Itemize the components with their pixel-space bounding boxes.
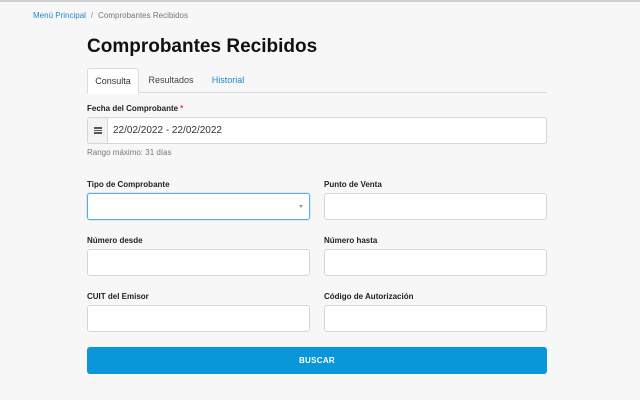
chevron-down-icon — [299, 205, 303, 208]
tab-historial[interactable]: Historial — [205, 68, 251, 93]
punto-venta-label: Punto de Venta — [324, 180, 382, 189]
tipo-label: Tipo de Comprobante — [87, 180, 170, 189]
numero-hasta-input[interactable] — [324, 249, 547, 276]
fecha-label: Fecha del Comprobante * — [87, 104, 183, 113]
buscar-button[interactable]: BUSCAR — [87, 347, 547, 374]
breadcrumb-current: Comprobantes Recibidos — [98, 11, 188, 20]
cuit-label: CUIT del Emisor — [87, 292, 149, 301]
required-mark: * — [180, 104, 184, 113]
breadcrumb: Menú Principal / Comprobantes Recibidos — [33, 11, 188, 20]
fecha-hint: Rango máximo: 31 días — [87, 148, 172, 157]
tab-consulta[interactable]: Consulta — [87, 68, 139, 94]
calendar-icon — [94, 127, 102, 134]
codigo-label: Código de Autorización — [324, 292, 414, 301]
fecha-value: 22/02/2022 - 22/02/2022 — [113, 125, 222, 136]
breadcrumb-home-link[interactable]: Menú Principal — [33, 11, 86, 20]
numero-desde-label: Número desde — [87, 236, 143, 245]
top-divider — [0, 0, 640, 2]
numero-desde-input[interactable] — [87, 249, 310, 276]
fecha-label-text: Fecha del Comprobante — [87, 104, 179, 113]
breadcrumb-separator: / — [90, 11, 94, 20]
tab-bar: Consulta Resultados Historial — [87, 68, 547, 94]
tab-resultados[interactable]: Resultados — [141, 68, 201, 93]
punto-venta-input[interactable] — [324, 193, 547, 220]
codigo-autorizacion-input[interactable] — [324, 305, 547, 332]
page-title: Comprobantes Recibidos — [87, 36, 318, 57]
numero-hasta-label: Número hasta — [324, 236, 378, 245]
cuit-emisor-input[interactable] — [87, 305, 310, 332]
tipo-comprobante-select[interactable] — [87, 193, 310, 220]
fecha-date-range-input[interactable]: 22/02/2022 - 22/02/2022 — [87, 117, 547, 144]
calendar-button[interactable] — [88, 118, 108, 143]
